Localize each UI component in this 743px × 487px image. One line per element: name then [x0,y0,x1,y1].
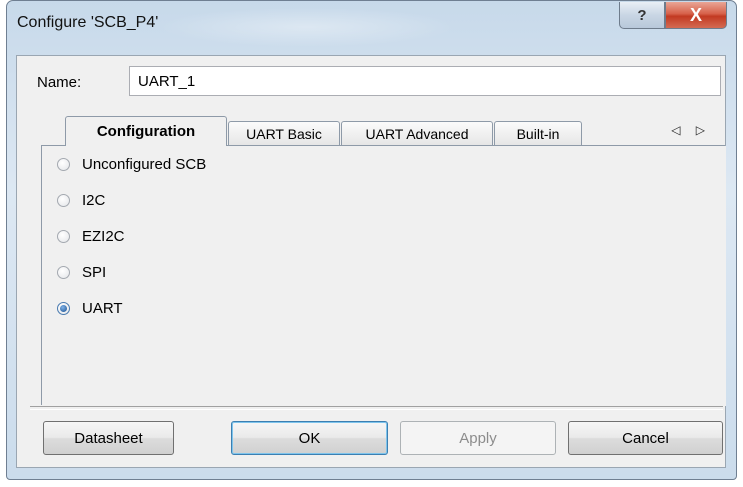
radio-ezi2c[interactable]: EZI2C [57,228,125,245]
radio-button-icon[interactable] [57,266,70,279]
tab-built-in[interactable]: Built-in [494,121,582,145]
radio-unconfigured-scb[interactable]: Unconfigured SCB [57,156,206,173]
tab-strip: Configuration UART Basic UART Advanced B… [47,116,717,146]
radio-label: Unconfigured SCB [82,156,207,173]
radio-label: I2C [82,192,106,209]
configuration-panel [41,145,726,406]
datasheet-button[interactable]: Datasheet [43,421,174,455]
apply-button[interactable]: Apply [400,421,556,455]
radio-button-icon[interactable] [57,158,70,171]
tab-configuration[interactable]: Configuration [65,116,227,146]
tab-uart-advanced[interactable]: UART Advanced [341,121,493,145]
radio-button-checked-icon[interactable] [57,302,70,315]
help-icon: ? [637,6,647,24]
radio-uart[interactable]: UART [57,300,123,317]
radio-label: EZI2C [82,228,125,245]
tab-uart-basic[interactable]: UART Basic [228,121,340,145]
name-label: Name: [37,74,82,91]
name-input[interactable] [129,66,721,96]
title-glow [157,7,457,47]
radio-spi[interactable]: SPI [57,264,106,281]
radio-label: SPI [82,264,107,281]
close-button[interactable]: X [665,2,727,29]
radio-label: UART [82,300,123,317]
tab-scroll-arrows-icon[interactable]: ◁ ▷ [671,123,711,137]
cancel-button[interactable]: Cancel [568,421,723,455]
radio-button-icon[interactable] [57,230,70,243]
radio-i2c[interactable]: I2C [57,192,105,209]
dialog-title: Configure 'SCB_P4' [17,14,159,31]
help-button[interactable]: ? [619,2,665,29]
ok-button[interactable]: OK [231,421,388,455]
close-icon: X [689,4,702,25]
radio-button-icon[interactable] [57,194,70,207]
button-separator [30,406,723,410]
